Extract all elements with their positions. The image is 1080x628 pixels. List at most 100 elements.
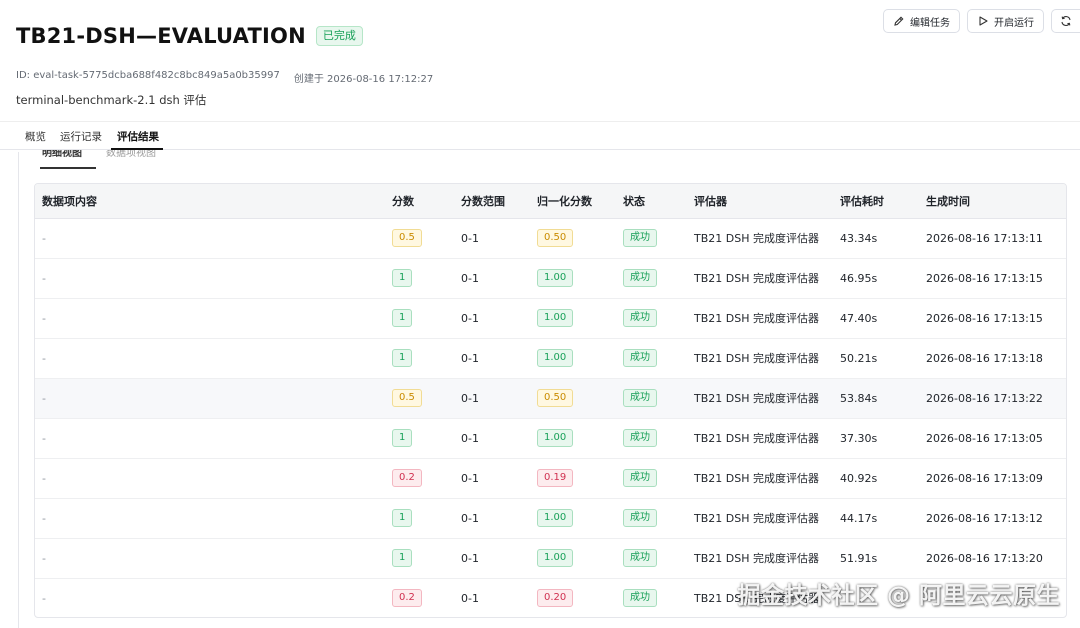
cell-duration: 53.84s	[840, 391, 878, 405]
cell-range: 0-1	[461, 271, 479, 285]
refresh-icon	[1060, 15, 1072, 27]
col-header-duration[interactable]: 评估耗时	[833, 184, 919, 219]
cell-created-time: 2026-08-16 17:13:11	[926, 231, 1043, 245]
tab-eval-results[interactable]: 评估结果	[117, 129, 159, 144]
cell-score: 1	[385, 338, 454, 378]
cell-status: 成功	[616, 538, 687, 578]
cell-evaluator: TB21 DSH 完成度评估器	[694, 392, 819, 405]
cell-status: 成功	[616, 578, 687, 617]
status-success-badge: 成功	[623, 389, 657, 407]
page-header: TB21-DSH—EVALUATION 已完成	[16, 24, 363, 48]
cell-range: 0-1	[461, 551, 479, 565]
status-success-badge: 成功	[623, 509, 657, 527]
results-table: 数据项内容 分数 分数范围 归一化分数 状态 评估器 评估耗时 生成时间 - 0.…	[34, 183, 1067, 618]
cell-duration: 47.40s	[840, 311, 878, 325]
table-row[interactable]: - 0.5 0-1 0.50 成功 TB21 DSH 完成度评估器 43.34s 2026-0…	[35, 218, 1066, 258]
page-title: TB21-DSH—EVALUATION	[16, 24, 306, 48]
cell-evaluator: TB21 DSH 完成度评估器	[694, 272, 819, 285]
cell-content: -	[42, 471, 46, 485]
table-header-row: 数据项内容 分数 分数范围 归一化分数 状态 评估器 评估耗时 生成时间	[35, 184, 1066, 219]
subtab-detail-view[interactable]: 明细视图	[42, 150, 82, 159]
cell-duration: 37.30s	[840, 431, 878, 445]
col-header-status[interactable]: 状态	[616, 184, 687, 219]
score-badge: 1	[392, 349, 413, 367]
cell-duration: 50.21s	[840, 351, 878, 365]
cell-status: 成功	[616, 498, 687, 538]
status-success-badge: 成功	[623, 589, 657, 607]
cell-evaluator: TB21 DSH 完成度评估器	[694, 352, 819, 365]
cell-score: 1	[385, 418, 454, 458]
cell-normalized: 0.20	[530, 578, 616, 617]
status-badge: 已完成	[315, 26, 363, 46]
score-badge: 1	[392, 269, 413, 287]
table-row[interactable]: - 0.5 0-1 0.50 成功 TB21 DSH 完成度评估器 53.84s 2026-0…	[35, 378, 1066, 418]
cell-created-time: 2026-08-16 17:13:12	[926, 511, 1043, 525]
cell-evaluator: TB21 DSH 完成度评估器	[694, 432, 819, 445]
view-switcher: 明细视图 数据项视图	[40, 150, 240, 168]
edit-task-label: 编辑任务	[910, 17, 950, 29]
cell-score: 0.5	[385, 218, 454, 258]
status-success-badge: 成功	[623, 229, 657, 247]
cell-duration: 46.95s	[840, 271, 878, 285]
cell-created-time: 2026-08-16 17:13:18	[926, 351, 1043, 365]
col-header-range[interactable]: 分数范围	[454, 184, 530, 219]
subtab-item-view[interactable]: 数据项视图	[106, 150, 156, 159]
cell-evaluator: TB21 DSH 完成度评估器	[694, 312, 819, 325]
status-success-badge: 成功	[623, 349, 657, 367]
cell-duration: 51.91s	[840, 551, 878, 565]
col-header-evaluator[interactable]: 评估器	[687, 184, 833, 219]
table-row[interactable]: - 1 0-1 1.00 成功 TB21 DSH 完成度评估器 51.91s 2026-08-…	[35, 538, 1066, 578]
cell-content: -	[42, 311, 46, 325]
cell-score: 1	[385, 258, 454, 298]
cell-range: 0-1	[461, 231, 479, 245]
start-run-button[interactable]: 开启运行	[967, 9, 1044, 33]
cell-duration: 43.34s	[840, 231, 878, 245]
cell-range: 0-1	[461, 511, 479, 525]
cell-content: -	[42, 551, 46, 565]
col-header-score[interactable]: 分数	[385, 184, 454, 219]
cell-status: 成功	[616, 378, 687, 418]
refresh-button[interactable]	[1051, 9, 1080, 33]
cell-range: 0-1	[461, 311, 479, 325]
score-badge: 0.2	[392, 469, 422, 487]
col-header-normalized[interactable]: 归一化分数	[530, 184, 616, 219]
edit-task-button[interactable]: 编辑任务	[883, 9, 960, 33]
table-row[interactable]: - 1 0-1 1.00 成功 TB21 DSH 完成度评估器 46.95s 2026-08-…	[35, 258, 1066, 298]
cell-normalized: 1.00	[530, 418, 616, 458]
score-badge: 0.5	[392, 389, 422, 407]
cell-range: 0-1	[461, 471, 479, 485]
normalized-score-badge: 1.00	[537, 309, 574, 327]
col-header-content[interactable]: 数据项内容	[35, 184, 385, 219]
normalized-score-badge: 1.00	[537, 509, 574, 527]
table-row[interactable]: - 0.2 0-1 0.19 成功 TB21 DSH 完成度评估器 40.92s 2026-0…	[35, 458, 1066, 498]
table-row[interactable]: - 1 0-1 1.00 成功 TB21 DSH 完成度评估器 37.30s 2026-08-…	[35, 418, 1066, 458]
cell-normalized: 1.00	[530, 298, 616, 338]
cell-score: 1	[385, 498, 454, 538]
tab-overview[interactable]: 概览	[25, 129, 46, 144]
cell-content: -	[42, 271, 46, 285]
table-row[interactable]: - 1 0-1 1.00 成功 TB21 DSH 完成度评估器 47.40s 2026-08-…	[35, 298, 1066, 338]
cell-score: 1	[385, 538, 454, 578]
status-success-badge: 成功	[623, 269, 657, 287]
content-divider	[18, 152, 19, 628]
cell-score: 0.2	[385, 458, 454, 498]
cell-created-time: 2026-08-16 17:13:15	[926, 311, 1043, 325]
subtab-indicator	[40, 167, 96, 169]
cell-evaluator: TB21 DSH 完成度评估器	[694, 512, 819, 525]
task-description: terminal-benchmark-2.1 dsh 评估	[16, 93, 207, 107]
cell-created-time: 2026-08-16 17:13:05	[926, 431, 1043, 445]
score-badge: 1	[392, 549, 413, 567]
cell-score: 0.2	[385, 578, 454, 617]
cell-range: 0-1	[461, 431, 479, 445]
edit-icon	[893, 15, 905, 27]
col-header-created[interactable]: 生成时间	[919, 184, 1066, 219]
cell-normalized: 0.50	[530, 378, 616, 418]
normalized-score-badge: 0.20	[537, 589, 574, 607]
table-row[interactable]: - 1 0-1 1.00 成功 TB21 DSH 完成度评估器 44.17s 2026-08-…	[35, 498, 1066, 538]
cell-status: 成功	[616, 258, 687, 298]
table-row[interactable]: - 1 0-1 1.00 成功 TB21 DSH 完成度评估器 50.21s 2026-08-…	[35, 338, 1066, 378]
cell-status: 成功	[616, 338, 687, 378]
cell-content: -	[42, 431, 46, 445]
header-actions: 编辑任务 开启运行	[883, 9, 1080, 33]
tab-run-records[interactable]: 运行记录	[60, 129, 102, 144]
